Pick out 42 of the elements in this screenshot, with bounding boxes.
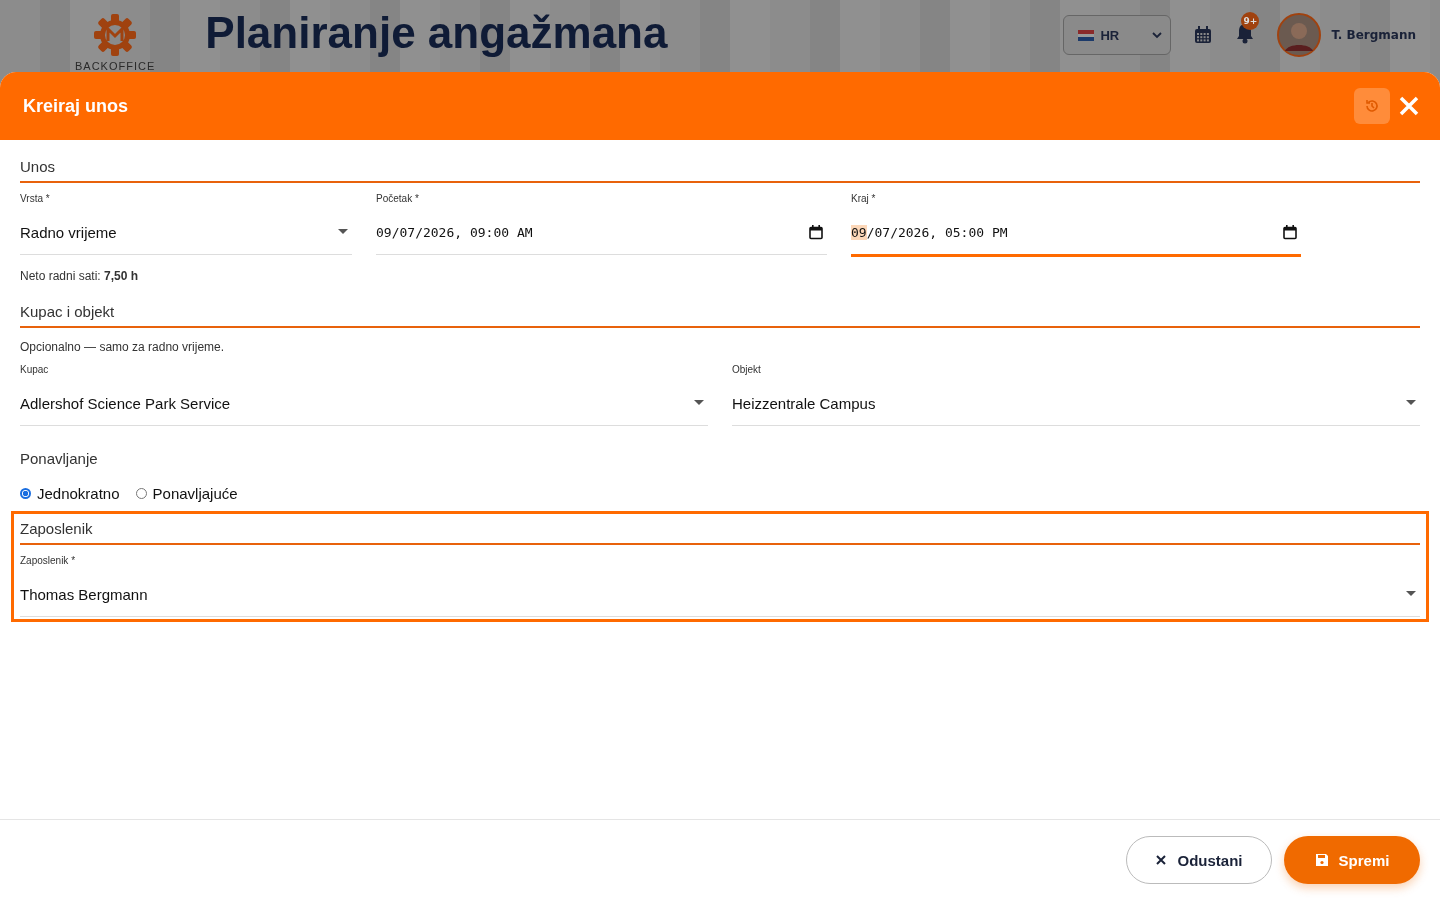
dropdown-caret-icon xyxy=(338,229,348,235)
field-label: Kupac xyxy=(20,364,50,375)
radio-option[interactable]: Ponavljajuće xyxy=(135,485,238,502)
logo-text: BACKOFFICE xyxy=(75,60,156,72)
history-icon xyxy=(1363,97,1381,115)
select-field[interactable]: Adlershof Science Park Service xyxy=(20,381,708,426)
language-code: HR xyxy=(1100,27,1120,43)
close-icon xyxy=(1155,854,1168,866)
date-time-field[interactable]: 09/07/2026, 05:00 PM xyxy=(851,210,1301,257)
dropdown-caret-icon xyxy=(694,400,704,406)
chevron-icon xyxy=(1152,31,1163,39)
user-name[interactable]: T. Bergmann xyxy=(1331,28,1416,42)
dropdown-caret-icon xyxy=(1406,591,1416,597)
gear-logo-icon xyxy=(92,12,139,58)
calendar-icon[interactable] xyxy=(809,224,823,240)
field-label: Objekt xyxy=(732,364,762,375)
date-time-field[interactable]: 09/07/2026, 09:00 AM xyxy=(376,210,827,255)
flag-icon xyxy=(1078,29,1095,41)
select-field[interactable]: Thomas Bergmann xyxy=(20,572,1420,617)
field-label: Početak * xyxy=(376,193,420,204)
section-title: Kupac i objekt xyxy=(20,299,1420,328)
section-hint: Opcionalno — samo za radno vrijeme. xyxy=(20,340,226,354)
close-button[interactable] xyxy=(1398,95,1420,117)
dropdown-caret-icon xyxy=(1406,400,1416,406)
net-hours-text: Neto radni sati: 7,50 h xyxy=(20,269,140,283)
section-title: Ponavljanje xyxy=(20,449,99,469)
close-icon xyxy=(1398,95,1420,117)
calendar-icon[interactable] xyxy=(1283,224,1297,240)
select-field[interactable]: Radno vrijeme xyxy=(20,210,352,255)
field-label: Zaposlenik * xyxy=(20,555,77,566)
page-title: Planiranje angažmana xyxy=(205,8,668,58)
field-label: Vrsta * xyxy=(20,193,51,204)
radio-option[interactable]: Jednokratno xyxy=(20,485,120,502)
section-title: Unos xyxy=(20,154,1420,183)
avatar-icon[interactable] xyxy=(1277,13,1322,57)
section-title: Zaposlenik xyxy=(20,516,1420,545)
cancel-button[interactable]: Odustani xyxy=(1126,836,1272,884)
dialog-title: Kreiraj unos xyxy=(23,95,129,117)
language-select[interactable]: HR xyxy=(1063,15,1172,55)
notification-badge: 9+ xyxy=(1241,12,1260,30)
field-label: Kraj * xyxy=(851,193,877,204)
select-field[interactable]: Heizzentrale Campus xyxy=(732,381,1420,426)
